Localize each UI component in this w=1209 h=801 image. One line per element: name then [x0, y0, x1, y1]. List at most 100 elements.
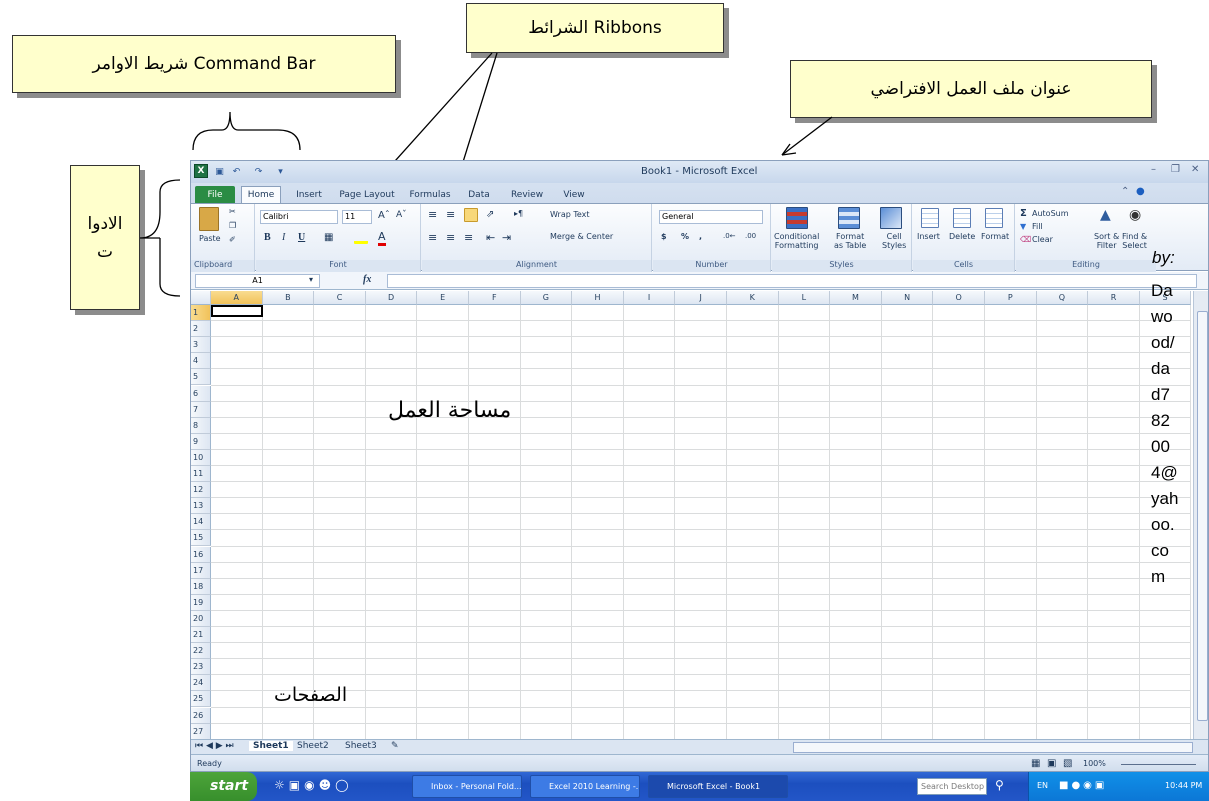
increase-decimal-icon[interactable]: .0← — [723, 232, 736, 240]
row-header[interactable]: 25 — [191, 691, 211, 708]
row-header[interactable]: 14 — [191, 514, 211, 531]
align-center-icon[interactable]: ≡ — [446, 231, 455, 244]
row-header[interactable]: 3 — [191, 337, 211, 354]
zoom-level[interactable]: 100% — [1083, 759, 1106, 768]
row-header[interactable]: 21 — [191, 627, 211, 644]
tab-formulas[interactable]: Formulas — [406, 186, 454, 203]
tab-insert[interactable]: Insert — [289, 186, 329, 203]
column-header[interactable]: R — [1088, 291, 1140, 305]
row-header[interactable]: 23 — [191, 659, 211, 676]
minimize-icon[interactable]: – — [1151, 164, 1156, 175]
column-header[interactable]: B — [262, 291, 315, 305]
copy-icon[interactable]: ❐ — [229, 221, 236, 230]
wrap-text-button[interactable]: Wrap Text — [550, 210, 590, 219]
row-header[interactable]: 4 — [191, 353, 211, 370]
conditional-formatting-button[interactable]: Conditional Formatting — [774, 232, 819, 250]
percent-icon[interactable]: % — [681, 232, 689, 241]
borders-icon[interactable]: ▦ — [324, 232, 333, 243]
ribbon-minimize-icon[interactable]: ⌃ — [1121, 186, 1129, 197]
row-header[interactable]: 16 — [191, 546, 211, 563]
row-header[interactable]: 27 — [191, 723, 211, 740]
row-header[interactable]: 2 — [191, 321, 211, 338]
comma-icon[interactable]: , — [699, 232, 702, 241]
align-left-icon[interactable]: ≡ — [428, 231, 437, 244]
orientation-icon[interactable]: ⇗ — [486, 209, 494, 220]
customize-toolbar-icon[interactable]: ▾ — [273, 164, 288, 179]
cell-styles-button[interactable]: Cell Styles — [882, 232, 906, 250]
column-header[interactable]: N — [881, 291, 934, 305]
search-icon[interactable]: ⚲ — [995, 778, 1004, 792]
sheet-tab-2[interactable]: Sheet2 — [297, 741, 329, 751]
column-header[interactable]: A — [211, 291, 263, 305]
delete-cells-button[interactable]: Delete — [949, 232, 975, 241]
decrease-decimal-icon[interactable]: .00 — [745, 232, 756, 240]
autosum-button[interactable]: AutoSum — [1032, 209, 1069, 218]
select-all-corner[interactable] — [191, 291, 211, 305]
column-header[interactable]: K — [727, 291, 779, 305]
row-header[interactable]: 1 — [191, 305, 211, 322]
row-header[interactable]: 20 — [191, 610, 211, 627]
fill-button[interactable]: Fill — [1032, 222, 1043, 231]
normal-view-icon[interactable]: ▦ — [1031, 758, 1040, 769]
tray-icons[interactable]: ■●◉▣ — [1059, 780, 1107, 791]
column-header[interactable]: C — [314, 291, 366, 305]
horizontal-scrollbar[interactable] — [793, 742, 1193, 753]
align-right-icon[interactable]: ≡ — [464, 231, 473, 244]
column-header[interactable]: L — [778, 291, 831, 305]
format-as-table-button[interactable]: Format as Table — [834, 232, 866, 250]
underline-icon[interactable]: U — [298, 232, 305, 243]
name-box-dropdown-icon[interactable]: ▾ — [309, 275, 313, 284]
quick-launch-icons[interactable]: ☼▣◉☻◯ — [274, 778, 353, 792]
fill-icon[interactable]: ▼ — [1020, 222, 1026, 231]
align-bottom-icon[interactable] — [464, 208, 478, 222]
sheet-nav-icon[interactable]: ⏮ ◀ ▶ ⏭ — [195, 741, 234, 751]
increase-indent-icon[interactable]: ⇥ — [502, 231, 511, 244]
bold-icon[interactable]: B — [264, 232, 271, 243]
formula-input[interactable] — [387, 274, 1197, 288]
tab-home[interactable]: Home — [241, 186, 281, 203]
tab-file[interactable]: File — [195, 186, 235, 203]
column-header[interactable]: M — [830, 291, 882, 305]
column-header[interactable]: O — [933, 291, 985, 305]
row-header[interactable]: 26 — [191, 707, 211, 724]
row-header[interactable]: 9 — [191, 433, 211, 450]
autosum-icon[interactable]: Σ — [1020, 208, 1027, 219]
insert-sheet-icon[interactable]: ✎ — [391, 741, 399, 751]
column-header[interactable]: Q — [1036, 291, 1089, 305]
restore-icon[interactable]: ❐ — [1171, 164, 1180, 175]
paste-icon[interactable] — [199, 207, 219, 231]
number-format-select[interactable]: General — [659, 210, 763, 224]
font-size-select[interactable]: 11 — [342, 210, 372, 224]
cut-icon[interactable]: ✂ — [229, 207, 236, 216]
row-header[interactable]: 17 — [191, 562, 211, 579]
column-header[interactable]: G — [520, 291, 573, 305]
name-box[interactable]: A1 — [195, 274, 320, 288]
clear-icon[interactable]: ⌫ — [1020, 235, 1031, 244]
text-direction-icon[interactable]: ▸¶ — [514, 209, 523, 218]
insert-cells-icon[interactable] — [921, 208, 939, 228]
row-header[interactable]: 10 — [191, 449, 211, 466]
row-header[interactable]: 24 — [191, 675, 211, 692]
grow-font-icon[interactable]: Aˆ — [378, 210, 390, 221]
zoom-slider[interactable] — [1121, 764, 1196, 765]
column-header[interactable]: E — [417, 291, 469, 305]
column-header[interactable]: J — [675, 291, 727, 305]
paste-button[interactable]: Paste — [199, 234, 221, 243]
active-cell[interactable] — [211, 305, 263, 317]
decrease-indent-icon[interactable]: ⇤ — [486, 231, 495, 244]
column-header[interactable]: F — [469, 291, 521, 305]
help-icon[interactable]: ● — [1136, 186, 1145, 197]
merge-center-button[interactable]: Merge & Center — [550, 232, 613, 241]
search-desktop-input[interactable]: Search Desktop — [917, 778, 987, 795]
tab-data[interactable]: Data — [461, 186, 497, 203]
align-top-icon[interactable]: ≡ — [428, 208, 437, 221]
row-header[interactable]: 13 — [191, 498, 211, 515]
italic-icon[interactable]: I — [282, 232, 285, 243]
taskbar-item-word[interactable]: Excel 2010 Learning -... — [530, 775, 640, 798]
insert-cells-button[interactable]: Insert — [917, 232, 940, 241]
row-header[interactable]: 15 — [191, 530, 211, 547]
row-header[interactable]: 18 — [191, 578, 211, 595]
sort-filter-button[interactable]: Sort & Filter — [1094, 232, 1119, 250]
tab-view[interactable]: View — [556, 186, 592, 203]
row-header[interactable]: 8 — [191, 417, 211, 434]
